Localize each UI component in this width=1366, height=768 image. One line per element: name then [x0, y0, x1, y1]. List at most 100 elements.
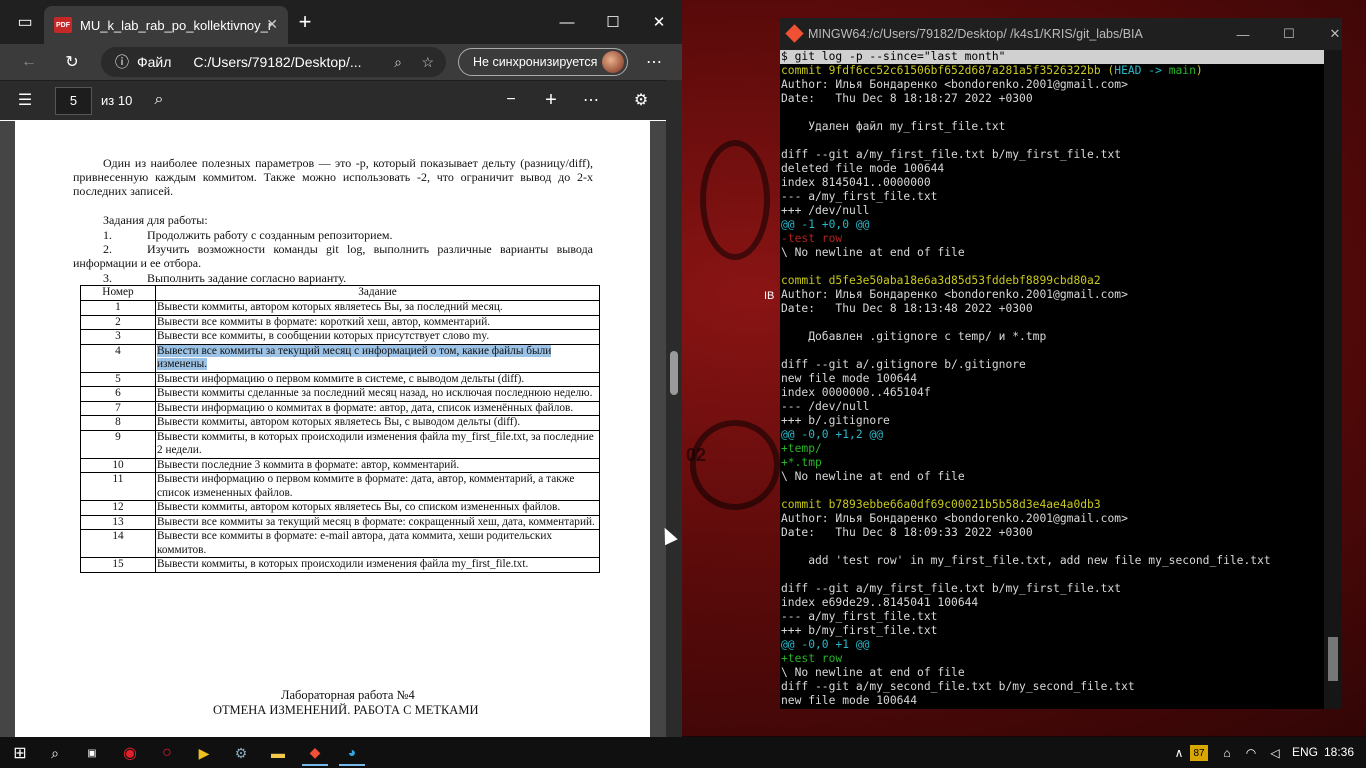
command-line: $ git log -p --since="last month" [780, 50, 1342, 64]
sync-label: Не синхронизируется [473, 55, 598, 69]
terminal-line-text: index 8145041..0000000 [781, 176, 931, 189]
row-task: Вывести коммиты сделанные за последний м… [155, 386, 600, 402]
row-number: 14 [80, 529, 156, 558]
row-number: 1 [80, 300, 156, 316]
zoom-icon[interactable]: ⌕ [394, 54, 402, 71]
row-number: 8 [80, 415, 156, 431]
search-icon[interactable]: ⌕ [146, 88, 172, 112]
search-taskbar-icon[interactable]: ⌕ [42, 740, 68, 766]
terminal-line: Date: Thu Dec 8 18:18:27 2022 +0300 [780, 92, 1342, 106]
terminal-line: --- a/my_first_file.txt [780, 610, 1342, 624]
wifi-icon[interactable]: ◠ [1238, 740, 1264, 766]
table-row: 7 Вывести информацию о коммитах в формате… [80, 400, 600, 416]
terminal-line-text: +++ b/my_first_file.txt [781, 624, 938, 637]
terminal-scroll-thumb[interactable] [1328, 637, 1338, 681]
more-options-icon[interactable]: ⋯ [578, 88, 604, 112]
terminal-line-text: Date: Thu Dec 8 18:09:33 2022 +0300 [781, 526, 1033, 539]
close-window-icon[interactable]: ✕ [636, 0, 682, 44]
terminal-line-text: @@ -0,0 +1 @@ [781, 638, 870, 651]
terminal-line-text: commit d5fe3e50aba18e6a3d85d53fddebf8899… [781, 274, 1101, 287]
terminal-line-text: deleted file mode 100644 [781, 162, 945, 175]
git-taskbar-icon[interactable]: ◆ [302, 740, 328, 766]
minimize-icon[interactable]: — [544, 0, 590, 44]
refresh-icon[interactable]: ↻ [59, 50, 85, 74]
file-explorer-icon[interactable]: ▬ [265, 740, 291, 766]
terminal-line-text: Author: Илья Бондаренко <bondorenko.2001… [781, 512, 1128, 525]
terminal-line: index 0000000..465104f [780, 386, 1342, 400]
terminal-line: +++ /dev/null [780, 204, 1342, 218]
terminal-close-icon[interactable]: ✕ [1312, 18, 1342, 50]
row-number: 15 [80, 557, 156, 573]
app-icon[interactable]: ⚙ [228, 740, 254, 766]
maximize-icon[interactable]: ☐ [590, 0, 636, 44]
terminal-line: diff --git a/my_first_file.txt b/my_firs… [780, 582, 1342, 596]
terminal-maximize-icon[interactable]: ☐ [1266, 18, 1312, 50]
ref-label: HEAD -> [1114, 64, 1169, 77]
row-task-text: Вывести коммиты, автором которых являете… [157, 501, 561, 513]
zoom-in-icon[interactable]: + [538, 88, 564, 112]
row-task: Вывести информацию о первом коммите в си… [155, 371, 600, 387]
clock[interactable]: 18:36 [1324, 745, 1354, 759]
volume-icon[interactable]: ◁ [1262, 740, 1288, 766]
info-icon[interactable]: ⓘ [115, 52, 129, 72]
chevron-up-icon[interactable]: ∧ [1166, 740, 1192, 766]
desktop-icon-label[interactable]: IB [764, 290, 774, 302]
file-label: Файл [137, 54, 172, 70]
terminal-line-text: +++ /dev/null [781, 204, 870, 217]
row-number: 9 [80, 429, 156, 459]
row-task-text: Вывести информацию о коммитах в формате:… [157, 401, 574, 414]
language-indicator[interactable]: ENG [1292, 745, 1318, 759]
windows-start-icon[interactable]: ⊞ [7, 740, 33, 766]
terminal-line: +test row [780, 652, 1342, 666]
terminal-line-text: \ No newline at end of file [781, 666, 965, 679]
opera-gx-icon[interactable]: ○ [154, 740, 180, 766]
terminal-line: commit d5fe3e50aba18e6a3d85d53fddebf8899… [780, 274, 1342, 288]
terminal-scrollbar[interactable] [1324, 50, 1342, 709]
terminal-title: MINGW64:/c/Users/79182/Desktop/ /k4s1/KR… [808, 27, 1143, 41]
page-number-input[interactable]: 5 [55, 87, 92, 115]
network-icon[interactable]: ⌂ [1214, 740, 1240, 766]
terminal-line-text: +*.tmp [781, 456, 822, 469]
scroll-thumb[interactable] [670, 351, 678, 395]
terminal-line: \ No newline at end of file [780, 666, 1342, 680]
sync-button[interactable]: Не синхронизируется [458, 48, 628, 76]
terminal-line-text: \ No newline at end of file [781, 246, 965, 259]
opera-icon[interactable]: ◉ [117, 740, 143, 766]
edge-taskbar-icon[interactable]: ◕ [339, 740, 365, 766]
zoom-out-icon[interactable]: − [498, 88, 524, 112]
row-task-text: Вывести коммиты, автором которых являете… [157, 301, 503, 313]
tasks-heading: Задания для работы: [103, 213, 208, 227]
terminal-app-icon[interactable]: ▣ [79, 740, 105, 766]
settings-icon[interactable]: ⚙ [628, 88, 654, 112]
row-task: Вывести коммиты, автором которых являете… [155, 300, 600, 316]
tab-actions-icon[interactable]: ▭ [12, 10, 38, 34]
more-icon[interactable]: ⋯ [641, 50, 667, 74]
favorite-icon[interactable]: ☆ [421, 54, 434, 71]
close-tab-icon[interactable]: ✕ [266, 16, 278, 33]
terminal-line-text: \ No newline at end of file [781, 470, 965, 483]
terminal-output[interactable]: $ git log -p --since="last month" commit … [780, 50, 1342, 709]
table-row: 12 Вывести коммиты, автором которых являе… [80, 500, 600, 516]
pdf-icon: PDF [54, 17, 72, 33]
media-icon[interactable]: ▶ [191, 740, 217, 766]
terminal-minimize-icon[interactable]: — [1220, 18, 1266, 50]
avatar [602, 51, 624, 73]
pdf-scrollbar[interactable] [666, 80, 682, 737]
terminal-line-text: +++ b/.gitignore [781, 414, 890, 427]
tab-pdf[interactable]: PDF MU_k_lab_rab_po_kollektivnoy_r ✕ [44, 6, 288, 44]
terminal-line: commit 9fdf6cc52c61506bf652d687a281a5f35… [780, 64, 1342, 78]
back-icon[interactable]: ← [16, 50, 42, 74]
terminal-line: --- a/my_first_file.txt [780, 190, 1342, 204]
new-tab-icon[interactable]: + [292, 9, 318, 34]
tray-badge[interactable]: 87 [1190, 745, 1208, 761]
ref-label: ) [1195, 64, 1203, 77]
tasks-table: Номер Задание 1 Вывести коммиты, автором … [80, 285, 600, 573]
contents-icon[interactable]: ☰ [12, 88, 38, 112]
table-row: 4 Вывести все коммиты за текущий месяц с … [80, 343, 600, 373]
table-row: 15 Вывести коммиты, в которых происходили… [80, 557, 600, 573]
terminal-line: Author: Илья Бондаренко <bondorenko.2001… [780, 512, 1342, 526]
address-bar[interactable]: ⓘ Файл C:/Users/79182/Desktop/... ⌕ ☆ [101, 47, 446, 77]
